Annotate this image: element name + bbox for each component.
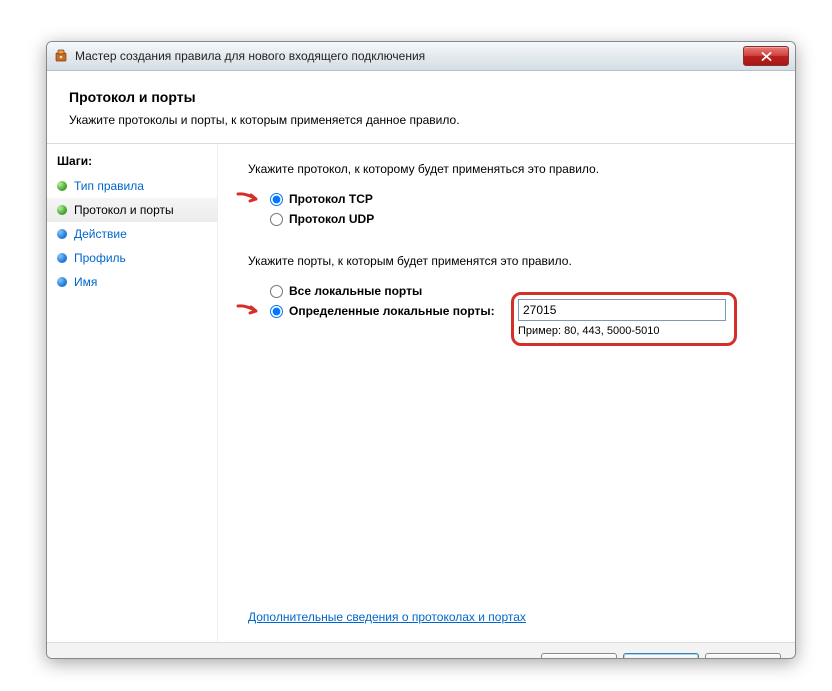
cancel-button[interactable]: Отмена <box>705 653 781 660</box>
step-profile[interactable]: Профиль <box>47 246 217 270</box>
protocol-prompt: Укажите протокол, к которому будет приме… <box>248 162 765 176</box>
annotation-arrow-icon <box>236 302 266 320</box>
steps-heading: Шаги: <box>47 150 217 174</box>
page-header: Протокол и порты Укажите протоколы и пор… <box>47 71 795 144</box>
wizard-window: Мастер создания правила для нового входя… <box>46 41 796 659</box>
close-button[interactable] <box>743 46 789 66</box>
step-protocol-ports[interactable]: Протокол и порты <box>47 198 217 222</box>
button-bar: < Назад Далее > Отмена <box>47 642 795 659</box>
port-example-text: Пример: 80, 443, 5000-5010 <box>518 325 736 337</box>
back-button[interactable]: < Назад <box>541 653 617 660</box>
bullet-icon <box>57 181 67 191</box>
close-icon <box>761 52 772 61</box>
specific-ports-input[interactable] <box>518 299 726 321</box>
page-subtitle: Укажите протоколы и порты, к которым при… <box>69 113 773 127</box>
window-title: Мастер создания правила для нового входя… <box>75 49 743 63</box>
bullet-icon <box>57 253 67 263</box>
app-icon <box>53 48 69 64</box>
step-name[interactable]: Имя <box>47 270 217 294</box>
step-label: Действие <box>74 226 127 242</box>
step-action[interactable]: Действие <box>47 222 217 246</box>
main-content: Укажите протокол, к которому будет приме… <box>218 144 795 642</box>
next-button[interactable]: Далее > <box>623 653 699 660</box>
body: Шаги: Тип правила Протокол и порты Дейст… <box>47 144 795 642</box>
step-label: Профиль <box>74 250 126 266</box>
step-label: Протокол и порты <box>74 202 174 218</box>
annotation-arrow-icon <box>236 190 266 208</box>
ports-all-label: Все локальные порты <box>289 284 422 298</box>
port-input-block: Пример: 80, 443, 5000-5010 <box>518 299 736 337</box>
protocol-udp-label: Протокол UDP <box>289 212 374 226</box>
ports-prompt: Укажите порты, к которым будет применятс… <box>248 254 765 268</box>
more-info-link[interactable]: Дополнительные сведения о протоколах и п… <box>248 610 526 624</box>
protocol-udp-radio[interactable] <box>270 213 283 226</box>
bullet-icon <box>57 229 67 239</box>
step-label: Тип правила <box>74 178 144 194</box>
protocol-tcp-row: Протокол TCP <box>248 190 765 208</box>
protocol-tcp-label: Протокол TCP <box>289 192 373 206</box>
step-label: Имя <box>74 274 97 290</box>
page-title: Протокол и порты <box>69 89 773 105</box>
ports-all-row: Все локальные порты <box>248 282 765 300</box>
bullet-icon <box>57 205 67 215</box>
protocol-udp-row: Протокол UDP <box>248 210 765 228</box>
titlebar: Мастер создания правила для нового входя… <box>47 42 795 71</box>
ports-specific-radio[interactable] <box>270 305 283 318</box>
steps-sidebar: Шаги: Тип правила Протокол и порты Дейст… <box>47 144 218 642</box>
protocol-tcp-radio[interactable] <box>270 193 283 206</box>
ports-all-radio[interactable] <box>270 285 283 298</box>
step-rule-type[interactable]: Тип правила <box>47 174 217 198</box>
bullet-icon <box>57 277 67 287</box>
ports-specific-label: Определенные локальные порты: <box>289 304 495 318</box>
